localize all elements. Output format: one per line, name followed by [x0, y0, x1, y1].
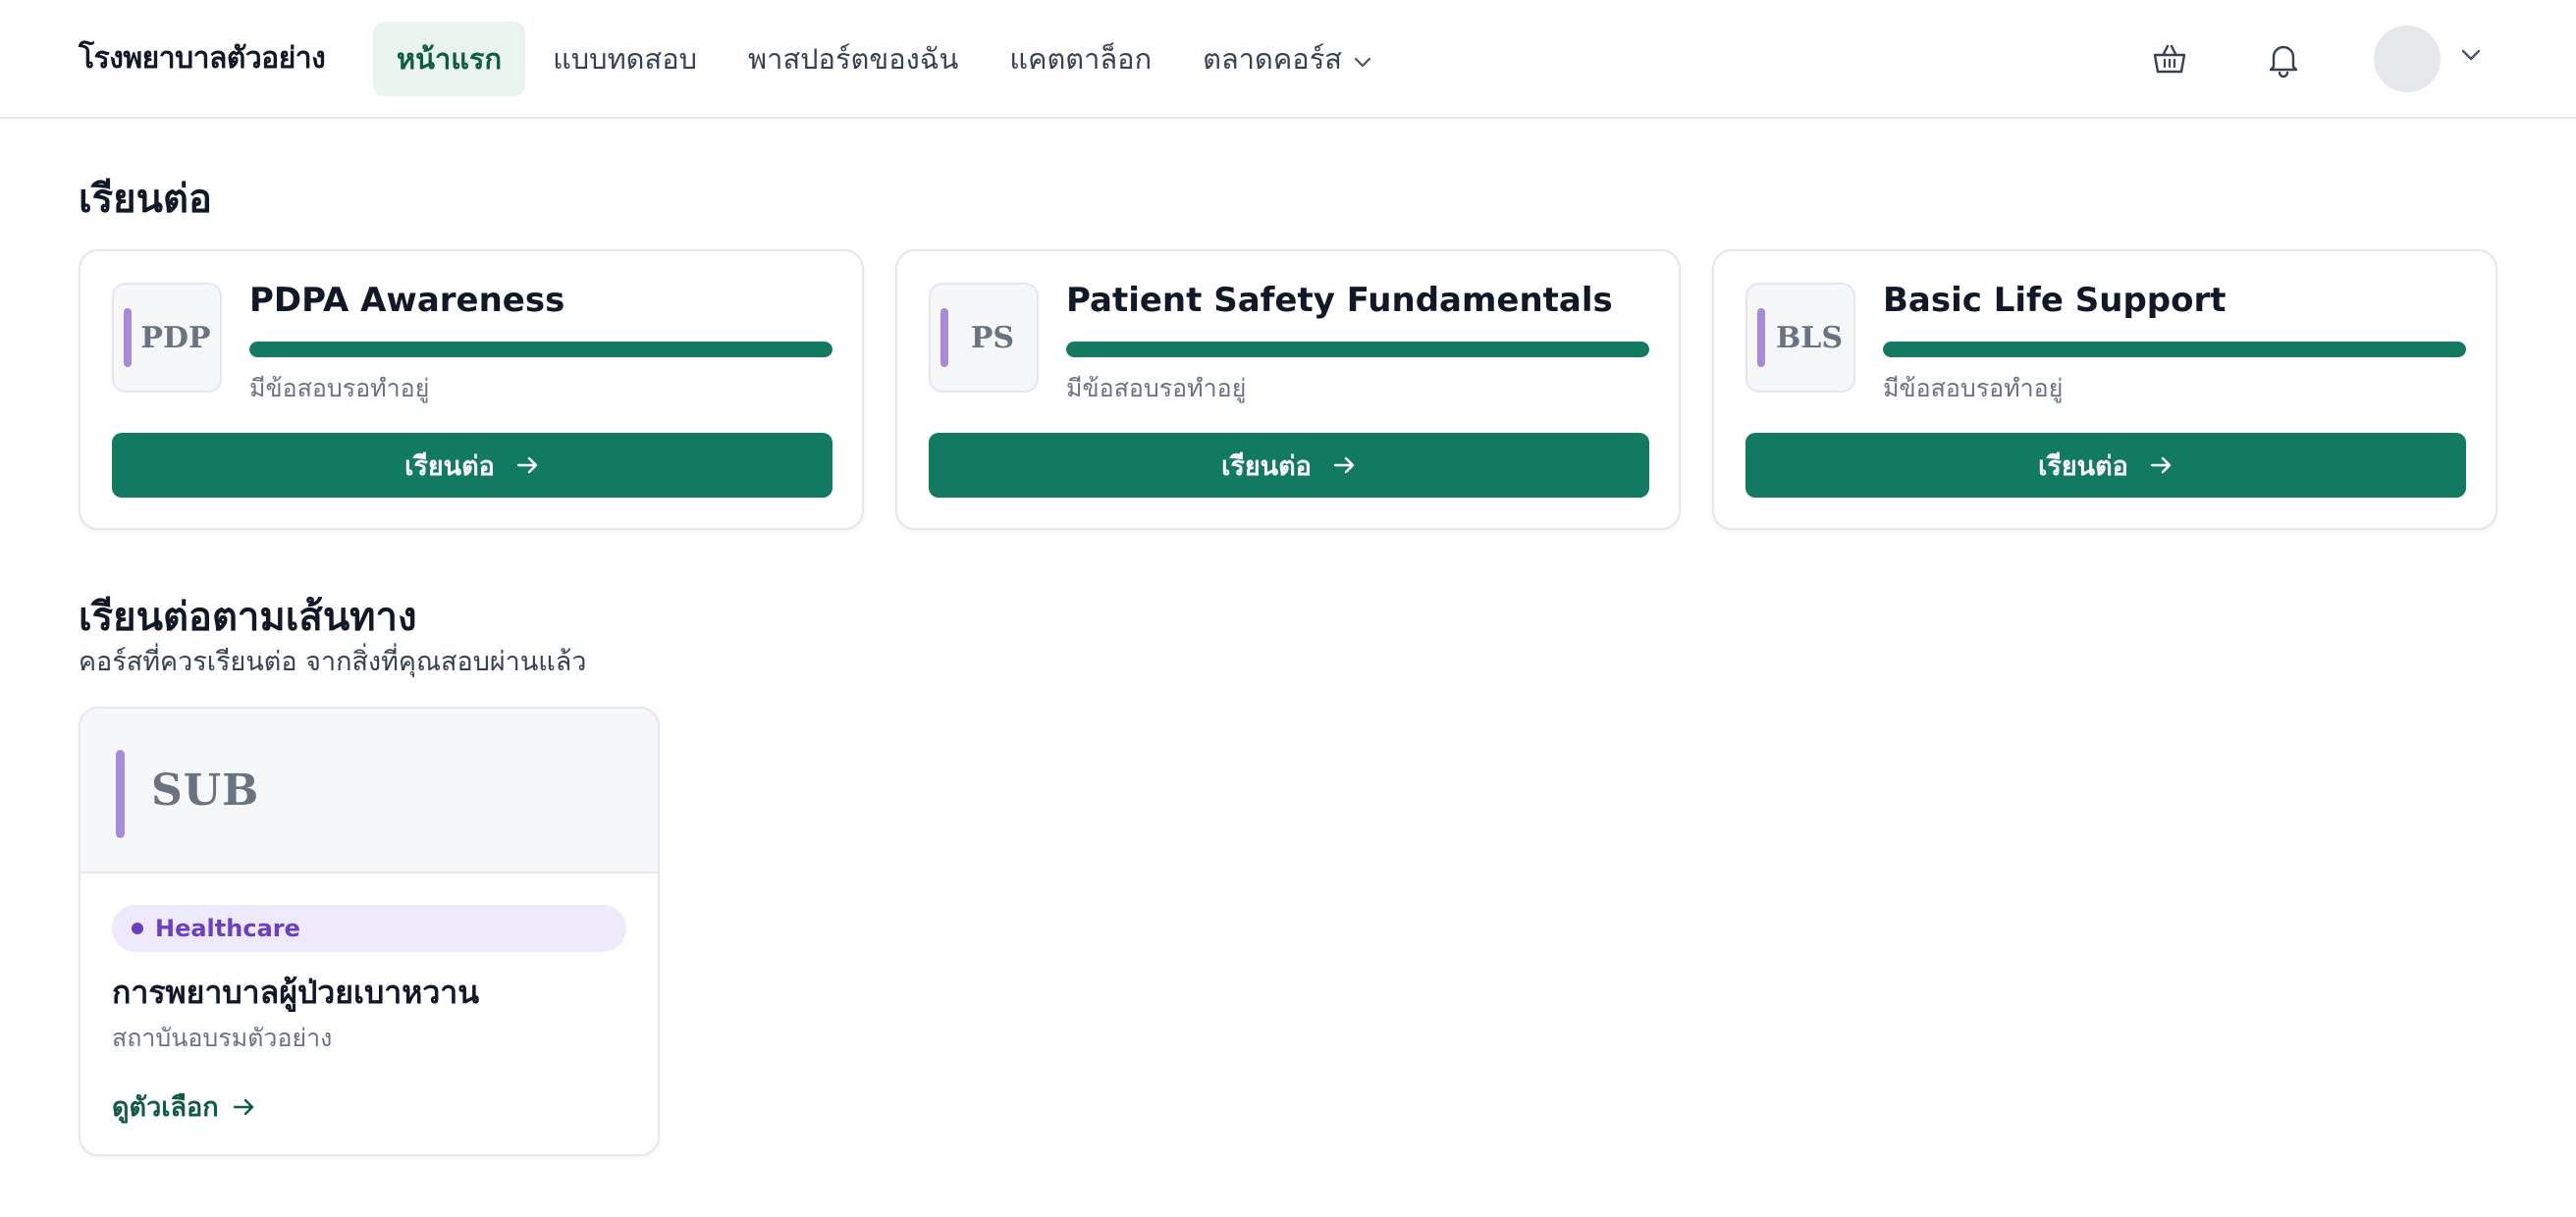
- course-organization: สถาบันอบรมตัวอย่าง: [112, 1024, 333, 1052]
- course-title[interactable]: การพยาบาลผู้ป่วยเบาหวาน: [112, 968, 479, 1018]
- basket-icon[interactable]: [2150, 39, 2189, 79]
- button-label: เรียนต่อ: [2038, 450, 2128, 482]
- thumbnail-text: PDP: [140, 320, 211, 355]
- chevron-down-icon: [1354, 42, 1371, 76]
- nav-item-quizzes[interactable]: แบบทดสอบ: [529, 22, 721, 96]
- nav-item-label: แบบทดสอบ: [553, 42, 698, 76]
- thumbnail-text: BLS: [1775, 320, 1844, 355]
- nav-item-course-market[interactable]: ตลาดคอร์ส: [1179, 22, 1395, 96]
- course-thumbnail: PS: [929, 283, 1039, 393]
- nav-item-label: หน้าแรก: [397, 42, 503, 76]
- course-thumbnail: PDP: [112, 283, 222, 393]
- hero-accent-bar: [116, 750, 125, 838]
- nav-item-label: แคตตาล็อก: [1009, 42, 1153, 76]
- thumbnail-accent-bar: [124, 308, 132, 367]
- arrow-right-icon: [233, 1097, 256, 1117]
- section-title-learning-path: เรียนต่อตามเส้นทาง: [79, 595, 417, 640]
- category-tag: Healthcare: [112, 905, 626, 952]
- nav-item-label: ตลาดคอร์ส: [1203, 42, 1342, 76]
- progress-bar: [1066, 342, 1649, 357]
- progress-fill: [249, 342, 832, 357]
- chevron-down-icon[interactable]: [2460, 47, 2482, 66]
- bell-icon[interactable]: [2264, 39, 2303, 79]
- thumbnail-accent-bar: [940, 308, 948, 367]
- thumbnail-text: PS: [970, 320, 1015, 355]
- arrow-right-icon: [1333, 455, 1357, 475]
- recommended-course-card[interactable]: SUB Healthcare การพยาบาลผู้ป่วยเบาหวาน ส…: [79, 707, 660, 1156]
- tag-dot: [132, 923, 143, 934]
- progress-fill: [1066, 342, 1649, 357]
- brand-name[interactable]: โรงพยาบาลตัวอย่าง: [79, 35, 326, 81]
- section-subtitle: คอร์สที่ควรเรียนต่อ จากสิ่งที่คุณสอบผ่าน…: [79, 647, 587, 677]
- course-status: มีข้อสอบรอทำอยู่: [249, 374, 430, 402]
- course-status: มีข้อสอบรอทำอยู่: [1066, 374, 1247, 402]
- avatar[interactable]: [2374, 26, 2441, 92]
- section-title-continue: เรียนต่อ: [79, 177, 212, 222]
- button-label: เรียนต่อ: [1221, 450, 1312, 482]
- continue-button[interactable]: เรียนต่อ: [1745, 433, 2466, 498]
- thumbnail-accent-bar: [1757, 308, 1765, 367]
- nav-item-label: พาสปอร์ตของฉัน: [748, 42, 959, 76]
- link-label: ดูตัวเลือก: [112, 1092, 219, 1123]
- tag-label: Healthcare: [155, 915, 300, 942]
- arrow-right-icon: [2150, 455, 2174, 475]
- continue-button[interactable]: เรียนต่อ: [929, 433, 1649, 498]
- course-title[interactable]: Patient Safety Fundamentals: [1066, 281, 1613, 320]
- nav-item-passport[interactable]: พาสปอร์ตของฉัน: [724, 22, 982, 96]
- course-status: มีข้อสอบรอทำอยู่: [1883, 374, 2064, 402]
- course-thumbnail: BLS: [1745, 283, 1855, 393]
- course-card: PS Patient Safety Fundamentals มีข้อสอบร…: [895, 249, 1681, 530]
- hero-text: SUB: [151, 766, 260, 816]
- course-card: BLS Basic Life Support มีข้อสอบรอทำอยู่ …: [1712, 249, 2497, 530]
- course-title[interactable]: Basic Life Support: [1883, 281, 2227, 320]
- top-navigation-bar: โรงพยาบาลตัวอย่าง หน้าแรก แบบทดสอบ พาสปอ…: [0, 0, 2576, 119]
- progress-bar: [249, 342, 832, 357]
- view-options-link[interactable]: ดูตัวเลือก: [112, 1085, 256, 1128]
- course-hero: SUB: [80, 709, 658, 873]
- course-title[interactable]: PDPA Awareness: [249, 281, 564, 320]
- nav-item-catalog[interactable]: แคตตาล็อก: [986, 22, 1175, 96]
- progress-bar: [1883, 342, 2466, 357]
- button-label: เรียนต่อ: [404, 450, 495, 482]
- course-card: PDP PDPA Awareness มีข้อสอบรอทำอยู่ เรีย…: [79, 249, 864, 530]
- continue-button[interactable]: เรียนต่อ: [112, 433, 832, 498]
- progress-fill: [1883, 342, 2466, 357]
- main-nav: หน้าแรก แบบทดสอบ พาสปอร์ตของฉัน แคตตาล็อ…: [373, 22, 1399, 96]
- arrow-right-icon: [516, 455, 540, 475]
- nav-item-home[interactable]: หน้าแรก: [373, 22, 526, 96]
